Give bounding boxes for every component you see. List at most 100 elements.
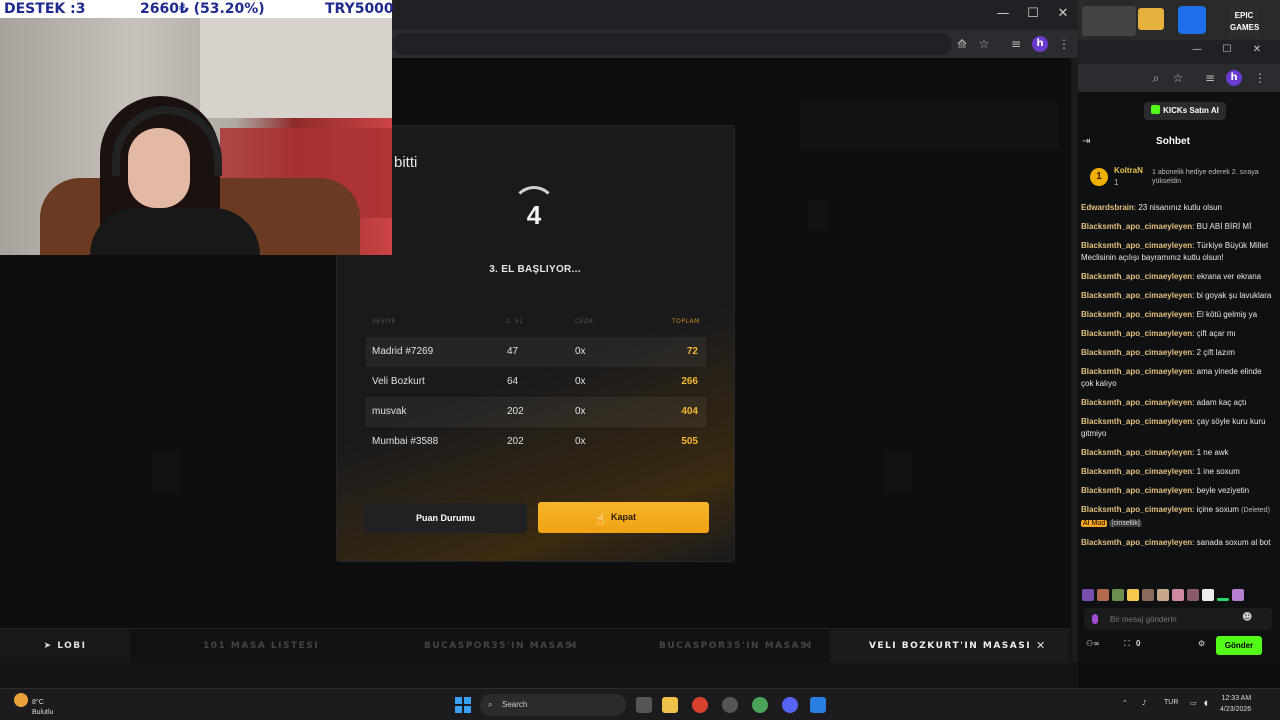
chat-username[interactable]: Blacksmth_apo_cimaeyleyen <box>1081 329 1192 338</box>
close-window-icon[interactable]: ✕ <box>1048 6 1078 21</box>
system-clock[interactable]: 12:33 AM 4/23/2026 <box>1220 693 1251 715</box>
score-status-button[interactable]: Puan Durumu <box>364 503 527 533</box>
emote-icon[interactable] <box>1142 589 1154 601</box>
task-view-icon[interactable] <box>636 697 652 713</box>
language-indicator[interactable]: TUR <box>1164 699 1178 706</box>
store-icon[interactable] <box>810 697 826 713</box>
stream-icons-strip: EPIC GAMES <box>1078 0 1280 40</box>
minimize-icon[interactable]: — <box>988 6 1018 21</box>
chrome-icon[interactable] <box>692 697 708 713</box>
header-level: SEVIYE <box>372 318 396 325</box>
chat-username[interactable]: Blacksmth_apo_cimaeyleyen <box>1081 241 1192 250</box>
chat-message: Blacksmth_apo_cimaeyleyen: çift açar mı <box>1081 329 1236 338</box>
tray-chevron-icon[interactable]: ⌃ <box>1122 699 1128 707</box>
header-penalty: CEZA <box>575 318 594 325</box>
chat-username[interactable]: Blacksmth_apo_cimaeyleyen <box>1081 398 1192 407</box>
playlist-icon[interactable]: ≡ <box>1200 68 1220 88</box>
lobby-tab[interactable]: ➤ LOBI <box>0 629 130 663</box>
emote-icon[interactable] <box>1217 598 1229 601</box>
gift-icon[interactable]: ⛶ <box>1124 639 1130 649</box>
close-tab-icon[interactable]: ✕ <box>802 629 811 663</box>
chat-username[interactable]: Blacksmth_apo_cimaeyleyen <box>1081 348 1192 357</box>
meme-image <box>1082 6 1136 36</box>
close-window-icon[interactable]: ✕ <box>1242 44 1272 55</box>
emote-icon[interactable] <box>1157 589 1169 601</box>
chat-username[interactable]: Blacksmth_apo_cimaeyleyen <box>1081 222 1192 231</box>
close-button[interactable]: Kapat <box>538 502 709 533</box>
message-list: Edwardsbrain: 23 nisanınız kutlu olsun Bl… <box>1081 202 1275 497</box>
chat-address-bar: ⌕ ☆ ≡ h ⋮ <box>1078 64 1280 92</box>
profile-avatar[interactable]: h <box>1032 36 1048 52</box>
star-icon[interactable]: ☆ <box>974 34 994 54</box>
emote-icon[interactable] <box>1187 589 1199 601</box>
close-active-tab-icon[interactable]: ✕ <box>1036 629 1045 663</box>
roblox-icon[interactable] <box>1178 6 1206 34</box>
chat-username[interactable]: Blacksmth_apo_cimaeyleyen <box>1081 486 1192 495</box>
rank-badge: 1 <box>1090 168 1108 186</box>
emote-bar <box>1082 588 1276 602</box>
chat-username[interactable]: Blacksmth_apo_cimaeyleyen <box>1081 448 1192 457</box>
chat-username[interactable]: Edwardsbrain <box>1081 203 1134 212</box>
buy-kicks-button[interactable]: KICKs Satın Al <box>1144 102 1226 120</box>
chrome-profile-icon[interactable] <box>752 697 768 713</box>
chat-message: Blacksmth_apo_cimaeyleyen: ama yinede el… <box>1081 367 1262 388</box>
search-icon[interactable]: ⌕ <box>1146 68 1166 88</box>
round-status: 3. EL BAŞLIYOR... <box>489 264 581 275</box>
chat-username[interactable]: Blacksmth_apo_cimaeyleyen <box>1081 272 1192 281</box>
chat-message: Blacksmth_apo_cimaeyleyen: ekrana ver ek… <box>1081 272 1262 281</box>
github-icon[interactable] <box>722 697 738 713</box>
chat-username[interactable]: Blacksmth_apo_cimaeyleyen <box>1081 467 1192 476</box>
emote-icon[interactable] <box>1112 589 1124 601</box>
emote-icon[interactable] <box>1232 589 1244 601</box>
chat-text: 2 çift lazım <box>1196 348 1235 357</box>
network-icon[interactable]: ▭ <box>1190 699 1197 707</box>
chat-message: Blacksmth_apo_cimaeyleyen: Türkiye Büyük… <box>1081 241 1269 262</box>
file-explorer-icon[interactable] <box>662 697 678 713</box>
star-icon[interactable]: ☆ <box>1168 68 1188 88</box>
folder-icon[interactable] <box>1138 8 1164 30</box>
translate-icon[interactable]: ⟰ <box>952 34 972 54</box>
donation-ticker: DESTEK :3 2660₺ (53.20%) TRY5000 <box>0 0 394 18</box>
tab-bucaspor-2[interactable]: BUCASPOR35'IN MASASI <box>659 629 813 663</box>
gear-icon[interactable]: ⚙ <box>1198 639 1205 648</box>
player-name: Mumbai #3588 <box>372 436 439 447</box>
chat-username[interactable]: Blacksmth_apo_cimaeyleyen <box>1081 367 1192 376</box>
emote-icon[interactable] <box>1172 589 1184 601</box>
close-tab-icon[interactable]: ✕ <box>567 629 576 663</box>
send-button[interactable]: Gönder <box>1216 636 1262 655</box>
menu-icon[interactable]: ⋮ <box>1054 34 1074 54</box>
tab-table-list[interactable]: 101 MASA LISTESI <box>203 629 319 663</box>
player-name: musvak <box>372 406 407 417</box>
profile-avatar[interactable]: h <box>1226 70 1242 86</box>
playlist-icon[interactable]: ≡ <box>1006 34 1026 54</box>
tab-bucaspor-1[interactable]: BUCASPOR35'IN MASASI <box>424 629 578 663</box>
tab-veli-bozkurt[interactable]: VELI BOZKURT'IN MASASI <box>830 629 1070 663</box>
emoji-icon[interactable]: ☻ <box>1242 612 1252 623</box>
users-icon[interactable]: ⚇∞ <box>1086 639 1100 648</box>
chat-username[interactable]: Blacksmth_apo_cimaeyleyen <box>1081 291 1192 300</box>
epic-games-icon[interactable]: EPIC GAMES <box>1230 6 1259 36</box>
volume-icon[interactable]: ◖ <box>1204 699 1208 707</box>
windows-start-icon[interactable] <box>455 697 471 713</box>
weather-widget[interactable]: 8°C Bulutlu <box>14 693 53 718</box>
score-row: Madrid #7269 47 0x 72 <box>366 337 706 367</box>
minimize-icon[interactable]: — <box>1182 44 1212 55</box>
page-scrollbar[interactable] <box>1071 58 1078 662</box>
chat-username[interactable]: Blacksmth_apo_cimaeyleyen <box>1081 310 1192 319</box>
maximize-icon[interactable]: ☐ <box>1212 44 1242 55</box>
url-field[interactable] <box>392 33 952 55</box>
webcam-person-body <box>90 208 260 255</box>
windows-taskbar: 8°C Bulutlu ⌕ Search ⌃ ♪ TUR ▭ ◖ 12:33 A… <box>0 688 1280 720</box>
maximize-icon[interactable]: ☐ <box>1018 6 1048 21</box>
discord-icon[interactable] <box>782 697 798 713</box>
emote-icon[interactable] <box>1082 589 1094 601</box>
menu-icon[interactable]: ⋮ <box>1250 68 1270 88</box>
emote-icon[interactable] <box>1202 589 1214 601</box>
microphone-icon[interactable] <box>1092 614 1098 624</box>
emote-icon[interactable] <box>1097 589 1109 601</box>
taskbar-search[interactable]: ⌕ Search <box>480 694 626 716</box>
chat-username[interactable]: Blacksmth_apo_cimaeyleyen <box>1081 417 1192 426</box>
mic-tray-icon[interactable]: ♪ <box>1142 699 1146 707</box>
emote-icon[interactable] <box>1127 589 1139 601</box>
countdown-number: 4 <box>526 200 542 230</box>
